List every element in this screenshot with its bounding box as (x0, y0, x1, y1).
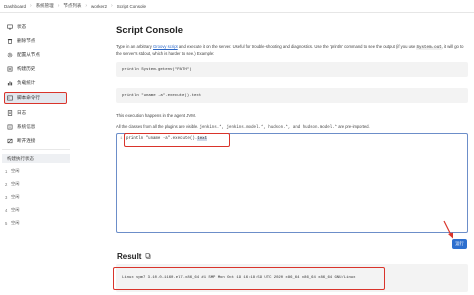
sidebar-item-disconnect[interactable]: 断开连接 (7, 136, 35, 146)
gear-icon (7, 52, 13, 58)
sidebar-item-label: 断开连接 (17, 138, 36, 143)
trash-icon (7, 38, 13, 44)
sidebar-item-delete-node[interactable]: 删除节点 (7, 36, 35, 46)
breadcrumb-separator: › (111, 3, 113, 9)
sidebar-item-system-info[interactable]: 系统信息 (7, 122, 35, 132)
red-arrow-annotation (443, 220, 453, 239)
executor-status-title[interactable]: 构建执行状态 (2, 154, 70, 163)
highlight-box-result (113, 267, 385, 290)
disconnect-icon (7, 138, 13, 144)
example-code-block: println "uname -a".execute().text (116, 88, 468, 103)
breadcrumb-separator: › (57, 3, 60, 9)
chart-icon (7, 80, 13, 86)
breadcrumb-nodes[interactable]: 节点列表 (63, 3, 81, 9)
breadcrumb: Dashboard › 系统管理 › 节点列表 › worker2 › Scri… (0, 0, 474, 13)
breadcrumb-separator: › (85, 3, 88, 9)
script-editor[interactable]: 1 println "uname -a".execute().text (116, 133, 468, 233)
inline-code: System.out (416, 46, 442, 50)
breadcrumb-separator: › (30, 3, 32, 9)
executor-row: 2 空闲 (5, 181, 20, 187)
executor-row: 1 空闲 (5, 168, 20, 174)
breadcrumb-dashboard[interactable]: Dashboard (4, 4, 26, 9)
copy-icon[interactable] (145, 253, 151, 259)
executor-row: 3 空闲 (5, 194, 20, 200)
intro-text: Type in an arbitrary Groovy script and e… (116, 44, 464, 57)
sidebar-item-load-stats[interactable]: 负载统计 (7, 78, 35, 88)
breadcrumb-manage[interactable]: 系统管理 (36, 3, 54, 9)
sidebar-item-label: 日志 (17, 110, 27, 115)
log-icon (7, 110, 13, 116)
sidebar-item-label: 状态 (17, 24, 27, 29)
groovy-script-link[interactable]: Groovy script (153, 44, 178, 49)
sidebar-item-label: 负载统计 (17, 80, 36, 85)
sidebar-item-configure[interactable]: 配置从节点 (7, 50, 40, 60)
breadcrumb-script-console[interactable]: Script Console (117, 4, 146, 9)
sidebar-item-log[interactable]: 日志 (7, 108, 26, 118)
imports-note: All the classes from all the plugins are… (116, 124, 370, 130)
line-number: 1 (120, 137, 123, 141)
result-title: Result (117, 252, 142, 261)
sidebar-item-label: 系统信息 (17, 124, 36, 129)
example-code-block: println System.getenv("PATH") (116, 62, 468, 77)
sidebar-item-label: 配置从节点 (17, 52, 40, 57)
info-icon (7, 124, 13, 130)
breadcrumb-worker[interactable]: worker2 (91, 4, 107, 9)
sidebar-divider (2, 149, 70, 150)
history-icon (7, 66, 13, 72)
sidebar-item-status[interactable]: 状态 (7, 22, 26, 32)
sidebar-item-build-history[interactable]: 构建历史 (7, 64, 35, 74)
sidebar-item-label: 构建历史 (17, 66, 36, 71)
page-title: Script Console (116, 25, 184, 36)
run-button[interactable]: 运行 (452, 239, 467, 249)
executor-row: 5 空闲 (5, 220, 20, 226)
agent-jvm-note: This execution happens in the agent JVM. (116, 113, 197, 118)
highlight-box-editor (124, 133, 230, 147)
sidebar-item-label: 删除节点 (17, 38, 36, 43)
monitor-icon (7, 24, 13, 30)
highlight-box-sidebar (4, 92, 67, 104)
executor-row: 4 空闲 (5, 207, 20, 213)
